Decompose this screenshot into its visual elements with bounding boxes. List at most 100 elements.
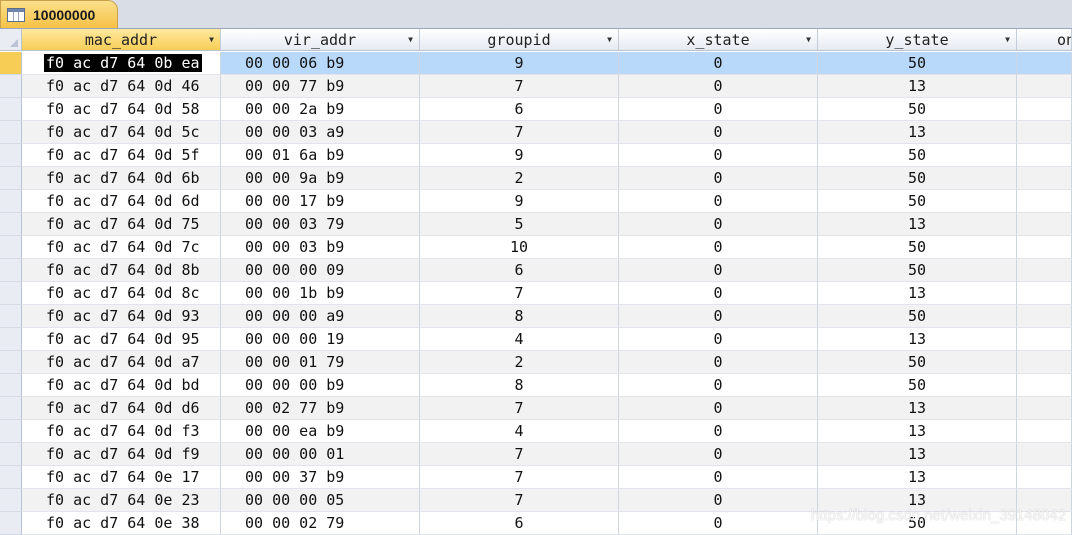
row-selector[interactable] [0,397,22,420]
cell-mac-addr[interactable]: f0 ac d7 64 0d 6d [22,190,221,213]
table-row[interactable]: f0 ac d7 64 0d 95 00 00 00 19 4 0 13 [0,328,1072,351]
cell-x-state[interactable]: 0 [619,98,818,121]
cell-x-state[interactable]: 0 [619,121,818,144]
cell-mac-addr[interactable]: f0 ac d7 64 0d 93 [22,305,221,328]
cell-vir-addr[interactable]: 00 00 00 09 [221,259,420,282]
row-selector[interactable] [0,98,22,121]
cell-mac-addr[interactable]: f0 ac d7 64 0d 5f [22,144,221,167]
cell-vir-addr[interactable]: 00 00 00 a9 [221,305,420,328]
cell-on[interactable] [1017,466,1072,489]
cell-y-state[interactable]: 50 [818,98,1017,121]
cell-vir-addr[interactable]: 00 02 77 b9 [221,397,420,420]
cell-mac-addr[interactable]: f0 ac d7 64 0d 7c [22,236,221,259]
cell-groupid[interactable]: 10 [420,236,619,259]
cell-y-state[interactable]: 50 [818,236,1017,259]
cell-mac-addr[interactable]: f0 ac d7 64 0d f3 [22,420,221,443]
cell-on[interactable] [1017,351,1072,374]
cell-vir-addr[interactable]: 00 00 00 01 [221,443,420,466]
cell-vir-addr[interactable]: 00 01 6a b9 [221,144,420,167]
cell-x-state[interactable]: 0 [619,351,818,374]
cell-y-state[interactable]: 50 [818,52,1017,75]
cell-groupid[interactable]: 4 [420,328,619,351]
table-row[interactable]: f0 ac d7 64 0d 8b 00 00 00 09 6 0 50 [0,259,1072,282]
row-selector[interactable] [0,52,22,75]
cell-mac-addr[interactable]: f0 ac d7 64 0d 8c [22,282,221,305]
cell-groupid[interactable]: 4 [420,420,619,443]
cell-on[interactable] [1017,75,1072,98]
cell-mac-addr[interactable]: f0 ac d7 64 0e 17 [22,466,221,489]
cell-vir-addr[interactable]: 00 00 03 a9 [221,121,420,144]
cell-x-state[interactable]: 0 [619,305,818,328]
cell-on[interactable] [1017,420,1072,443]
cell-vir-addr[interactable]: 00 00 2a b9 [221,98,420,121]
cell-y-state[interactable]: 13 [818,75,1017,98]
cell-y-state[interactable]: 50 [818,190,1017,213]
cell-mac-addr[interactable]: f0 ac d7 64 0b ea [22,52,221,75]
table-row[interactable]: f0 ac d7 64 0d a7 00 00 01 79 2 0 50 [0,351,1072,374]
cell-y-state[interactable]: 50 [818,167,1017,190]
table-row[interactable]: f0 ac d7 64 0d f9 00 00 00 01 7 0 13 [0,443,1072,466]
cell-groupid[interactable]: 7 [420,443,619,466]
cell-vir-addr[interactable]: 00 00 17 b9 [221,190,420,213]
row-selector[interactable] [0,351,22,374]
cell-mac-addr[interactable]: f0 ac d7 64 0d f9 [22,443,221,466]
table-row[interactable]: f0 ac d7 64 0b ea 00 00 06 b9 9 0 50 [0,52,1072,75]
cell-on[interactable] [1017,328,1072,351]
column-header-groupid[interactable]: groupid ▼ [420,29,619,51]
cell-x-state[interactable]: 0 [619,75,818,98]
cell-on[interactable] [1017,236,1072,259]
cell-x-state[interactable]: 0 [619,420,818,443]
table-row[interactable]: f0 ac d7 64 0d 5f 00 01 6a b9 9 0 50 [0,144,1072,167]
cell-groupid[interactable]: 7 [420,75,619,98]
cell-vir-addr[interactable]: 00 00 37 b9 [221,466,420,489]
cell-x-state[interactable]: 0 [619,144,818,167]
cell-groupid[interactable]: 7 [420,282,619,305]
cell-on[interactable] [1017,305,1072,328]
cell-y-state[interactable]: 13 [818,466,1017,489]
cell-groupid[interactable]: 9 [420,52,619,75]
cell-on[interactable] [1017,259,1072,282]
cell-mac-addr[interactable]: f0 ac d7 64 0d bd [22,374,221,397]
cell-vir-addr[interactable]: 00 00 03 79 [221,213,420,236]
cell-x-state[interactable]: 0 [619,443,818,466]
table-row[interactable]: f0 ac d7 64 0d 93 00 00 00 a9 8 0 50 [0,305,1072,328]
cell-x-state[interactable]: 0 [619,190,818,213]
row-selector[interactable] [0,213,22,236]
cell-x-state[interactable]: 0 [619,374,818,397]
cell-x-state[interactable]: 0 [619,236,818,259]
cell-mac-addr[interactable]: f0 ac d7 64 0d 95 [22,328,221,351]
row-selector[interactable] [0,236,22,259]
table-row[interactable]: f0 ac d7 64 0d 46 00 00 77 b9 7 0 13 [0,75,1072,98]
cell-on[interactable] [1017,213,1072,236]
cell-on[interactable] [1017,397,1072,420]
row-selector[interactable] [0,466,22,489]
table-row[interactable]: f0 ac d7 64 0d bd 00 00 00 b9 8 0 50 [0,374,1072,397]
cell-groupid[interactable]: 8 [420,374,619,397]
cell-y-state[interactable]: 13 [818,420,1017,443]
cell-x-state[interactable]: 0 [619,397,818,420]
cell-on[interactable] [1017,52,1072,75]
table-row[interactable]: f0 ac d7 64 0d 75 00 00 03 79 5 0 13 [0,213,1072,236]
cell-y-state[interactable]: 50 [818,374,1017,397]
table-row[interactable]: f0 ac d7 64 0d 58 00 00 2a b9 6 0 50 [0,98,1072,121]
cell-x-state[interactable]: 0 [619,282,818,305]
row-selector[interactable] [0,489,22,512]
table-row[interactable]: f0 ac d7 64 0e 17 00 00 37 b9 7 0 13 [0,466,1072,489]
cell-x-state[interactable]: 0 [619,328,818,351]
row-selector[interactable] [0,190,22,213]
cell-y-state[interactable]: 13 [818,282,1017,305]
cell-y-state[interactable]: 50 [818,144,1017,167]
cell-on[interactable] [1017,282,1072,305]
cell-on[interactable] [1017,144,1072,167]
table-row[interactable]: f0 ac d7 64 0d 7c 00 00 03 b9 10 0 50 [0,236,1072,259]
cell-y-state[interactable]: 13 [818,213,1017,236]
row-selector[interactable] [0,443,22,466]
cell-on[interactable] [1017,443,1072,466]
row-selector[interactable] [0,121,22,144]
cell-x-state[interactable]: 0 [619,466,818,489]
table-row[interactable]: f0 ac d7 64 0d 6b 00 00 9a b9 2 0 50 [0,167,1072,190]
cell-on[interactable] [1017,374,1072,397]
cell-groupid[interactable]: 6 [420,98,619,121]
cell-vir-addr[interactable]: 00 00 ea b9 [221,420,420,443]
select-all-corner[interactable] [0,29,22,51]
